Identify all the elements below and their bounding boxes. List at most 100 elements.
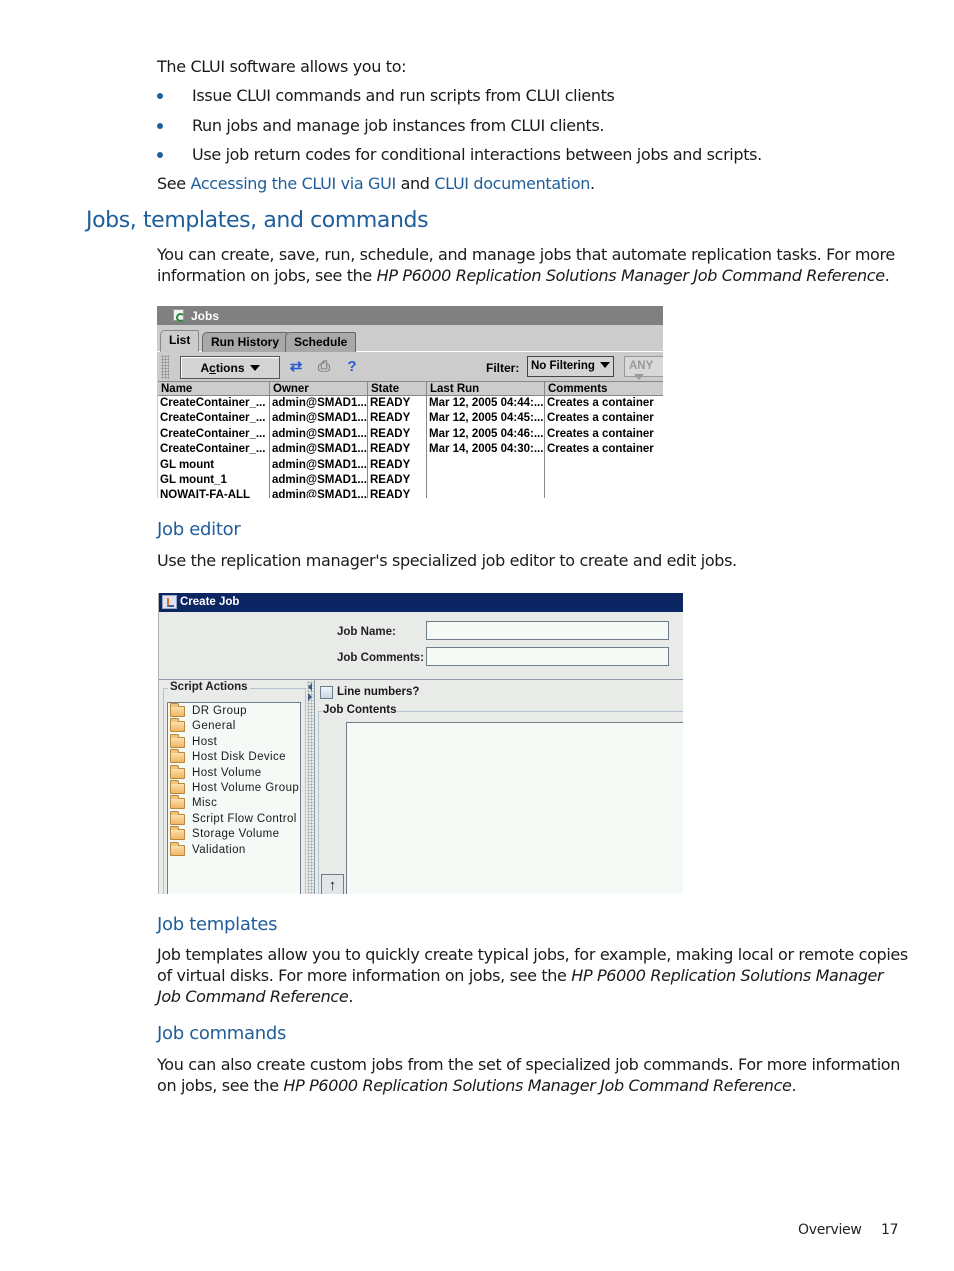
bullet-text: Issue CLUI commands and run scripts from… (192, 86, 615, 105)
script-action-item[interactable]: Host (168, 733, 302, 750)
collapse-left-icon[interactable] (308, 683, 312, 691)
job-name-label: Job Name: (337, 626, 396, 638)
table-row[interactable]: CreateContainer_... admin@SMAD1... READY Ma… (158, 411, 663, 427)
cell-comments: Creates a container (547, 412, 654, 425)
table-row[interactable]: CreateContainer_... admin@SMAD1... READY Ma… (158, 426, 663, 443)
table-row[interactable]: CreateContainer_... admin@SMAD1... READY Ma… (158, 396, 663, 412)
tab-schedule[interactable]: Schedule (285, 332, 357, 352)
cell-last-run: Mar 12, 2005 04:44:... (427, 396, 545, 412)
cell-owner: admin@SMAD1... (270, 396, 368, 412)
job-commands-heading: Job commands (157, 1023, 287, 1044)
link-clui-documentation[interactable]: CLUI documentation (434, 174, 590, 193)
text-line: Job Command Reference. (157, 986, 917, 1007)
script-actions-tree: DR Group General Host Host Disk Device Host … (167, 702, 301, 894)
job-templates-heading: Job templates (157, 914, 278, 935)
script-action-item[interactable]: Storage Volume (168, 826, 302, 842)
help-icon[interactable]: ? (343, 358, 361, 376)
create-job-title: Create Job (180, 596, 240, 608)
table-row[interactable]: GL mount admin@SMAD1... READY (158, 457, 663, 473)
script-action-item[interactable]: DR Group (168, 703, 302, 719)
link-accessing-clui-via-gui[interactable]: Accessing the CLUI via GUI (191, 174, 397, 193)
script-action-label: Host Volume Group (192, 782, 300, 794)
table-row[interactable]: NOWAIT-FA-ALL admin@SMAD1... READY (158, 488, 663, 498)
cell-name: CreateContainer_... (158, 442, 270, 458)
jobs-window-screenshot: Jobs List Run History Schedule Actions ⇄… (157, 306, 663, 498)
column-header-owner[interactable]: Owner (270, 382, 368, 395)
cell-state: READY (368, 411, 427, 427)
script-action-item[interactable]: Host Disk Device (168, 749, 302, 765)
text-span: of virtual disks. For more information o… (157, 966, 572, 985)
text-line: Job templates allow you to quickly creat… (157, 945, 908, 964)
actions-mnemonic: c (209, 361, 216, 375)
cell-state: READY (368, 396, 427, 412)
cell-state: READY (368, 426, 427, 443)
filter-select[interactable]: No Filtering (527, 356, 614, 377)
script-action-item[interactable]: General (168, 718, 302, 734)
table-row[interactable]: GL mount_1 admin@SMAD1... READY (158, 472, 663, 489)
table-row[interactable]: CreateContainer_... admin@SMAD1... READY Ma… (158, 442, 663, 458)
tab-list[interactable]: List (160, 330, 200, 352)
column-header-last-run[interactable]: Last Run (427, 382, 545, 395)
text-line: of virtual disks. For more information o… (157, 965, 917, 986)
column-header-name[interactable]: Name (158, 382, 270, 395)
jobs-titlebar: Jobs (157, 306, 663, 325)
see-and: and (395, 174, 435, 193)
script-action-item[interactable]: Misc (168, 795, 302, 811)
script-action-label: Host (192, 735, 218, 748)
script-action-label: Storage Volume (192, 828, 280, 841)
refresh-icon[interactable]: ⇄ (287, 358, 305, 376)
see-period: . (590, 174, 595, 193)
text-line: on jobs, see the HP P6000 Replication So… (157, 1075, 917, 1096)
bullet-text: Use job return codes for conditional int… (192, 145, 762, 164)
section-para-line: You can create, save, run, schedule, and… (157, 245, 895, 264)
table-header: Name Owner State Last Run Comments (158, 381, 663, 396)
column-header-comments[interactable]: Comments (545, 382, 663, 395)
script-action-item[interactable]: Host Volume (168, 764, 302, 781)
print-icon[interactable]: ⎙ (315, 358, 333, 376)
folder-icon (170, 733, 185, 748)
text-span: on jobs, see the (157, 1076, 284, 1095)
script-action-item[interactable]: Script Flow Control (168, 810, 302, 827)
chevron-down-icon (249, 365, 260, 371)
text-span: . (791, 1076, 797, 1095)
reference-title: HP P6000 Replication Solutions Manager (571, 966, 884, 985)
job-name-input[interactable] (426, 621, 669, 640)
reference-title: HP P6000 Replication Solutions Manager J… (283, 1076, 792, 1095)
expand-right-icon[interactable] (308, 693, 312, 701)
cell-name: CreateContainer_... (158, 426, 270, 443)
jobs-table: Name Owner State Last Run Comments Creat… (158, 381, 663, 498)
section-paragraph: You can create, save, run, schedule, and… (157, 244, 902, 286)
filter-label: Filter: (486, 361, 520, 375)
script-action-item[interactable]: Validation (168, 841, 302, 858)
job-contents-textarea[interactable] (346, 722, 683, 894)
folder-icon (170, 826, 185, 841)
page-number: 17 (881, 1222, 899, 1238)
bullet-icon (157, 123, 163, 129)
move-up-button[interactable]: ↑ (321, 874, 344, 894)
any-select[interactable]: ANY (624, 356, 663, 380)
intro-lead: The CLUI software allows you to: (157, 57, 407, 76)
job-commands-text: You can also create custom jobs from the… (157, 1054, 917, 1096)
line-numbers-checkbox[interactable] (320, 686, 333, 699)
jobs-app-icon (173, 309, 185, 322)
script-action-item[interactable]: Host Volume Group (168, 780, 302, 796)
actions-label: tions (215, 361, 245, 375)
chevron-down-icon (599, 362, 610, 368)
cell-owner: admin@SMAD1... (270, 426, 368, 443)
column-header-state[interactable]: State (368, 382, 427, 395)
toolbar-grip-handle[interactable] (161, 355, 169, 379)
bullet-icon (157, 93, 163, 99)
script-action-label: Host Volume (192, 766, 262, 779)
split-pane-divider[interactable] (307, 681, 314, 894)
see-also: See Accessing the CLUI via GUI and CLUI … (157, 173, 902, 194)
script-action-label: Validation (192, 843, 246, 856)
cell-state: READY (368, 472, 427, 489)
cell-name: GL mount_1 (158, 472, 270, 489)
job-comments-input[interactable] (426, 647, 669, 666)
actions-dropdown-button[interactable]: Actions (180, 356, 280, 379)
folder-icon (170, 749, 185, 764)
cell-last-run: Mar 14, 2005 04:30:... (427, 442, 545, 458)
cell-name: CreateContainer_... (158, 396, 270, 412)
bullet-text: Run jobs and manage job instances from C… (192, 116, 605, 135)
tab-run-history[interactable]: Run History (202, 332, 289, 352)
